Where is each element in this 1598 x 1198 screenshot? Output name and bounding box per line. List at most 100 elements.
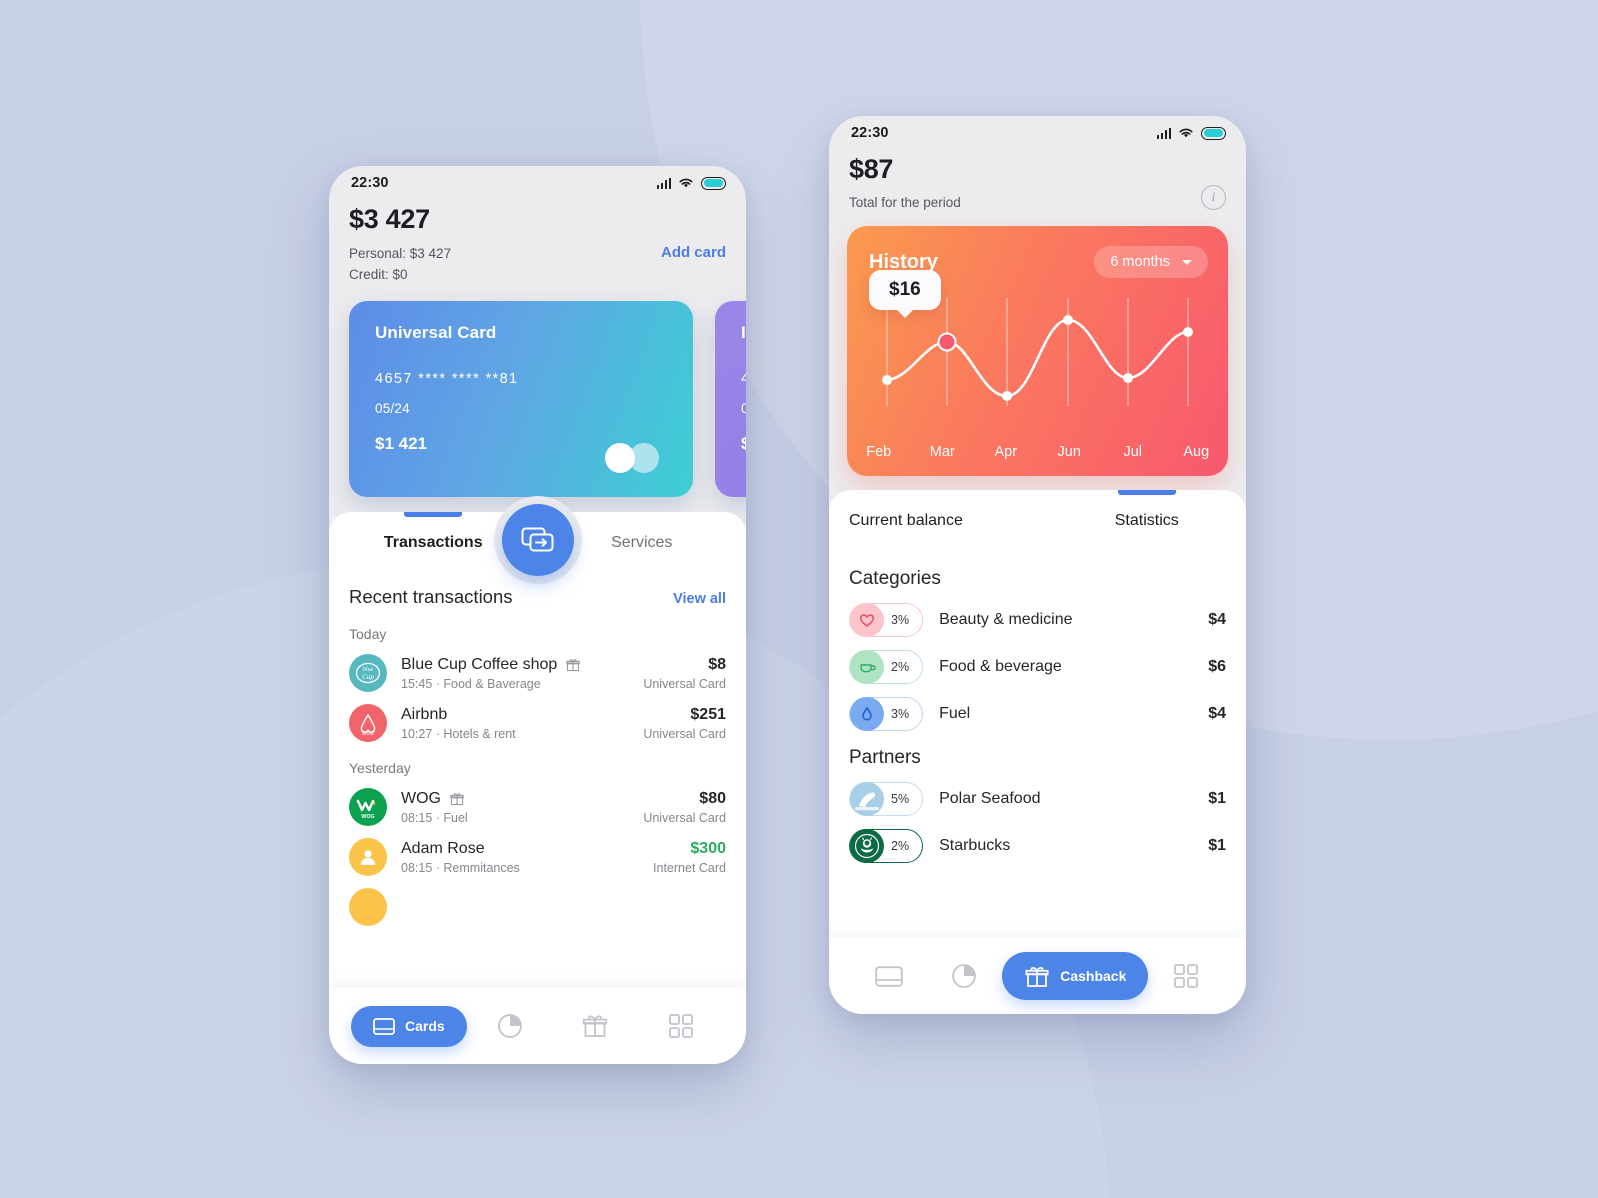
card-title-2: Internet Card	[741, 323, 746, 342]
history-plot: $16 Feb Mar Apr Jun Jul Aug	[847, 270, 1228, 476]
status-bar-right: 22:30	[829, 116, 1246, 150]
list-item[interactable]: 3% Beauty & medicine $4	[829, 590, 1246, 637]
partner-name: Polar Seafood	[939, 790, 1041, 807]
list-item[interactable]: 2% Starbucks $1	[829, 816, 1246, 863]
heart-icon	[850, 603, 884, 637]
card-title: Universal Card	[375, 323, 497, 342]
nav-item-statistics[interactable]	[927, 962, 1003, 990]
transaction-card: Internet Card	[653, 860, 726, 875]
bottom-nav-left: Cards	[329, 988, 746, 1064]
card-number: 4657 **** **** **81	[375, 371, 519, 387]
list-item[interactable]: 3% Fuel $4	[829, 684, 1246, 731]
category-name: Food & beverage	[939, 658, 1062, 675]
person-icon	[349, 838, 387, 876]
table-row[interactable]: blue Cup Blue Cup Coffee shop 15:45 · Fo…	[329, 642, 746, 692]
table-row[interactable]: Adam Rose 08:15 · Remmitances $300 Inter…	[329, 826, 746, 876]
view-all-button[interactable]: View all	[673, 591, 726, 607]
card-expiry-2: 0	[741, 401, 746, 416]
signal-icon	[1156, 127, 1171, 139]
chart-x-labels: Feb Mar Apr Jun Jul Aug	[847, 444, 1228, 460]
list-item[interactable]: 5% Polar Seafood $1	[829, 769, 1246, 816]
wifi-icon	[679, 178, 693, 188]
period-total-subtitle: Total for the period	[849, 195, 961, 210]
category-value: $6	[1208, 658, 1226, 675]
category-percent: 3%	[891, 707, 910, 721]
nav-item-cashback[interactable]: Cashback	[1002, 952, 1149, 1000]
table-row[interactable]: WOG WOG 08:15 · Fuel $80 Universal Card	[329, 776, 746, 826]
x-label-jun: Jun	[1057, 444, 1081, 460]
card-icon	[875, 965, 903, 987]
partner-value: $1	[1208, 790, 1226, 807]
categories-title: Categories	[849, 568, 941, 589]
transaction-meta: 10:27 · Hotels & rent	[401, 726, 516, 741]
battery-icon	[1201, 126, 1226, 140]
transaction-name: Airbnb	[401, 706, 629, 724]
info-icon[interactable]: i	[1201, 185, 1226, 210]
partner-badge: 2%	[849, 829, 924, 863]
period-select[interactable]: 6 months	[1094, 246, 1208, 278]
chart-highlight-point	[937, 332, 957, 352]
gift-icon	[450, 792, 464, 805]
card-carousel[interactable]: Universal Card 4657 **** **** **81 05/24…	[329, 301, 746, 497]
x-label-feb: Feb	[866, 444, 892, 460]
partner-name: Starbucks	[939, 837, 1011, 854]
x-label-aug: Aug	[1183, 444, 1210, 460]
tab-statistics[interactable]: Statistics	[1048, 490, 1247, 552]
tab-current-balance[interactable]: Current balance	[829, 490, 1048, 552]
tx-label: WOG	[401, 789, 441, 807]
nav-item-cards[interactable]: Cards	[351, 1005, 467, 1047]
transaction-card: Universal Card	[643, 726, 726, 741]
person-icon	[349, 888, 387, 926]
history-chart-card: History 6 months $16 Feb Mar Apr Jun Jul…	[847, 226, 1228, 476]
wog-logo-icon: WOG	[349, 788, 387, 826]
category-value: $4	[1208, 705, 1226, 722]
add-card-button[interactable]: Add card	[661, 244, 726, 261]
chart-gridlines	[886, 298, 1189, 406]
polar-bear-logo-icon	[850, 782, 884, 816]
category-name: Beauty & medicine	[939, 611, 1073, 628]
card-amount-2: $	[741, 434, 746, 453]
nav-item-more[interactable]	[638, 1013, 724, 1039]
partner-percent: 5%	[891, 792, 910, 806]
category-name: Fuel	[939, 705, 971, 722]
nav-item-statistics[interactable]	[467, 1012, 553, 1040]
nav-item-more[interactable]	[1148, 963, 1224, 989]
transaction-name: WOG	[401, 790, 629, 808]
period-total: $87	[849, 154, 894, 184]
table-row[interactable]: airbnb Airbnb 10:27 · Hotels & rent $251…	[329, 692, 746, 742]
battery-icon	[701, 176, 726, 190]
transfer-cards-icon	[521, 527, 553, 552]
signal-icon	[656, 177, 671, 189]
mastercard-logo-icon	[605, 443, 661, 473]
recent-transactions-title: Recent transactions	[349, 586, 513, 607]
total-balance: $3 427	[349, 204, 430, 234]
svg-text:airbnb: airbnb	[362, 731, 374, 736]
category-badge: 3%	[849, 603, 924, 637]
grid-icon	[669, 1014, 693, 1038]
transaction-amount: $300	[690, 839, 726, 857]
transaction-meta: 08:15 · Fuel	[401, 810, 468, 825]
credit-balance-line: Credit: $0	[349, 267, 408, 282]
phone-left-cards-screen: 22:30 $3 427 Personal: $3 427 Credit: $0…	[329, 166, 746, 1064]
transaction-amount: $251	[690, 705, 726, 723]
x-label-jul: Jul	[1123, 444, 1143, 460]
category-value: $4	[1208, 611, 1226, 628]
tab-bar-left: Transactions Services	[329, 496, 746, 584]
svg-text:WOG: WOG	[361, 814, 374, 820]
card-number-2: 4 ***	[741, 371, 746, 387]
category-badge: 3%	[849, 697, 924, 731]
bank-card-universal[interactable]: Universal Card 4657 **** **** **81 05/24…	[349, 301, 693, 497]
list-item[interactable]: 2% Food & beverage $6	[829, 637, 1246, 684]
starbucks-logo-icon	[850, 829, 884, 863]
transfer-button[interactable]	[501, 504, 574, 576]
wifi-icon	[1179, 128, 1193, 138]
category-percent: 2%	[891, 660, 910, 674]
bank-card-internet[interactable]: Internet Card 4 *** 0 $	[715, 301, 746, 497]
tx-label: Blue Cup Coffee shop	[401, 655, 558, 673]
nav-item-gifts[interactable]	[552, 1012, 638, 1040]
transaction-card: Universal Card	[643, 810, 726, 825]
gift-icon	[583, 1015, 608, 1037]
nav-item-cards[interactable]	[851, 965, 927, 987]
table-row-partial[interactable]	[329, 876, 746, 926]
partner-badge: 5%	[849, 782, 924, 816]
